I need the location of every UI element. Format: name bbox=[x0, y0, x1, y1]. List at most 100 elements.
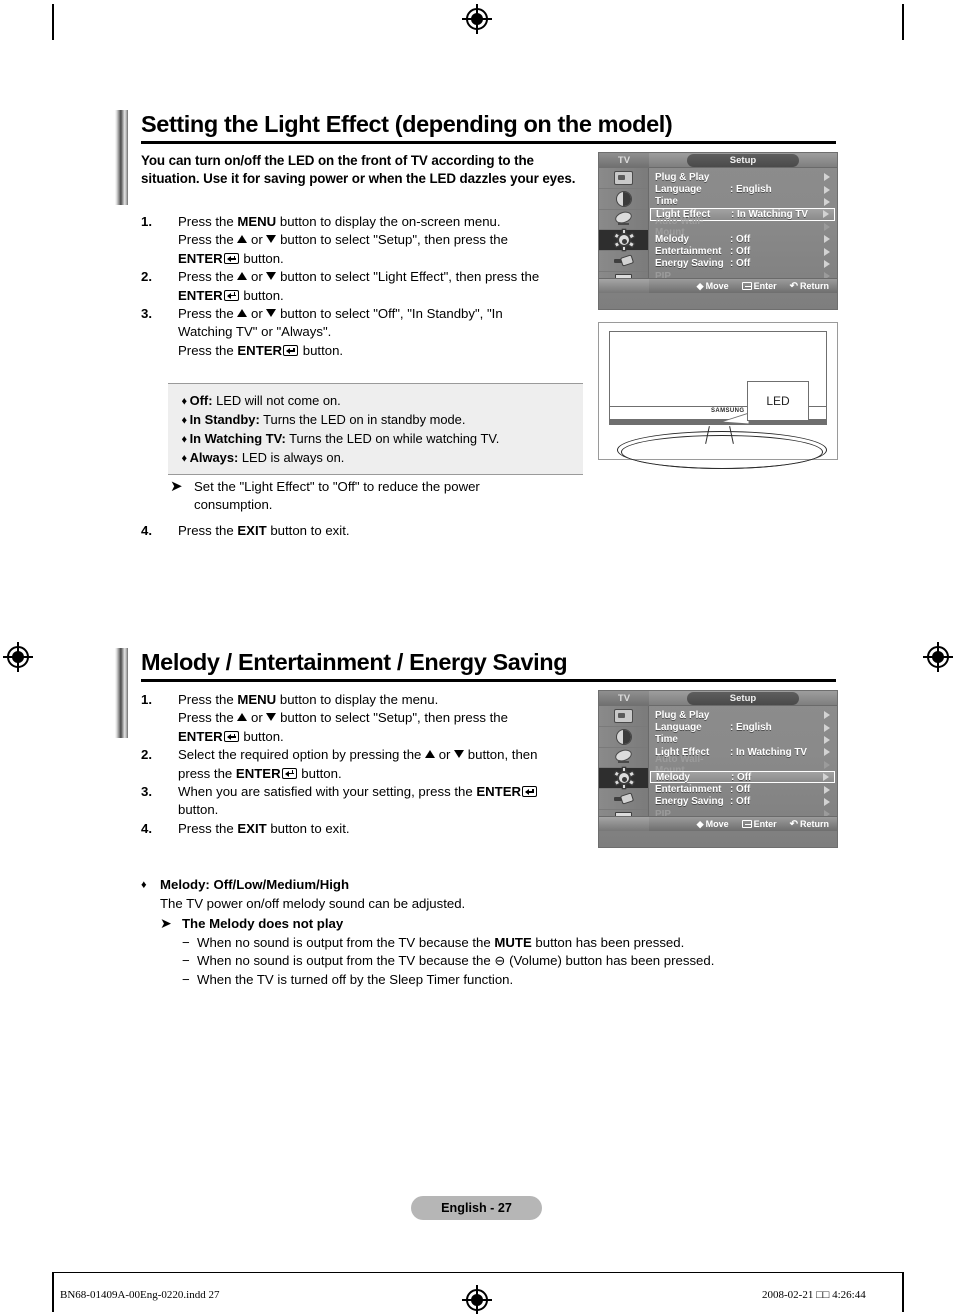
melody-note-text: When the TV is turned off by the Sleep T… bbox=[197, 971, 514, 987]
osd-menu-item[interactable]: Time bbox=[650, 196, 835, 208]
osd-enter-label: Enter bbox=[753, 819, 777, 829]
osd-menu-item[interactable]: Melody: Off bbox=[650, 770, 835, 784]
step-number: 4. bbox=[141, 523, 152, 538]
chevron-right-icon bbox=[824, 760, 830, 769]
section1-heading-text: Setting the Light Effect (depending on t… bbox=[141, 111, 673, 137]
down-arrow-icon bbox=[266, 272, 277, 281]
picture-icon[interactable] bbox=[599, 168, 648, 189]
osd-item-value: : Off bbox=[730, 796, 751, 808]
down-arrow-icon bbox=[266, 713, 277, 722]
osd-tv-label: TV bbox=[599, 691, 649, 706]
sound-icon[interactable] bbox=[599, 189, 648, 210]
section1-accent-bar bbox=[115, 110, 128, 205]
osd-menu-melody[interactable]: TV Setup P Plug & PlayLanguage: English T… bbox=[598, 690, 838, 848]
sound-icon[interactable] bbox=[599, 727, 648, 748]
osd-item-list: Plug & Play Language: English Time Light Ef… bbox=[650, 171, 835, 283]
osd-menu-item[interactable]: Language: English bbox=[650, 183, 835, 195]
osd-menu-item[interactable]: Auto Wall-Mount bbox=[650, 216, 835, 238]
enter-key-icon bbox=[223, 730, 239, 742]
osd-menu-item[interactable]: Language: English bbox=[650, 721, 835, 733]
osd-menu-item[interactable]: Auto Wall-Mount bbox=[650, 754, 835, 776]
diamond-bullet-icon: ♦ bbox=[181, 413, 188, 426]
osd-item-label: Melody bbox=[655, 233, 690, 245]
osd-menu-light-effect[interactable]: TV Setup P Plug & PlayLanguage: English T… bbox=[598, 152, 838, 310]
option-desc: Turns the LED on in standby mode. bbox=[263, 412, 466, 427]
osd-item-label: Plug & Play bbox=[655, 709, 710, 721]
osd-sidebar: P bbox=[599, 168, 649, 293]
diamond-bullet-icon: ♦ bbox=[181, 451, 188, 464]
enter-key-icon bbox=[741, 282, 752, 290]
osd-return-hint: ↶ Return bbox=[790, 819, 829, 830]
osd-menu-item[interactable]: Energy Saving : Off bbox=[650, 796, 835, 808]
channel-dish-icon[interactable] bbox=[599, 210, 648, 231]
enter-key-icon bbox=[522, 786, 538, 798]
instruction-step: 3. Press the or button to select "Off", "… bbox=[141, 305, 591, 360]
led-callout-pointer bbox=[720, 413, 749, 425]
instruction-step: 1. Press the MENU button to display the o… bbox=[141, 213, 591, 268]
crop-mark-top-left-v bbox=[52, 4, 54, 40]
option-term: Off: bbox=[189, 393, 213, 408]
step-text: Press the EXIT button to exit. bbox=[178, 522, 571, 540]
osd-menu-item[interactable]: Entertainment : Off bbox=[650, 245, 835, 257]
osd-item-label: Energy Saving bbox=[655, 796, 724, 808]
melody-note-text: When no sound is output from the TV beca… bbox=[197, 953, 715, 969]
osd-move-hint: ◆ Move bbox=[697, 819, 729, 830]
chevron-right-icon bbox=[824, 259, 830, 268]
option-term: In Standby: bbox=[189, 412, 260, 427]
diamond-bullet-icon: ♦ bbox=[181, 394, 188, 407]
section1-heading: Setting the Light Effect (depending on t… bbox=[141, 112, 836, 144]
osd-item-label: Entertainment bbox=[655, 246, 722, 258]
enter-key-icon bbox=[741, 820, 752, 828]
osd-footer: ◆ Move Enter ↶ Return bbox=[649, 278, 837, 293]
section1-steps: 1. Press the MENU button to display the o… bbox=[141, 213, 591, 360]
section1-step-4: 4. Press the EXIT button to exit. bbox=[141, 522, 571, 540]
step-text: When you are satisfied with your setting… bbox=[178, 783, 591, 820]
picture-icon[interactable] bbox=[599, 706, 648, 727]
print-filename: BN68-01409A-00Eng-0220.indd 27 bbox=[60, 1289, 220, 1301]
osd-menu-item[interactable]: Plug & Play bbox=[650, 709, 835, 721]
section2-heading-text: Melody / Entertainment / Energy Saving bbox=[141, 649, 568, 675]
osd-tv-label: TV bbox=[599, 153, 649, 168]
osd-title: Setup bbox=[687, 692, 799, 705]
osd-enter-hint: Enter bbox=[741, 819, 777, 829]
input-plug-icon[interactable] bbox=[599, 251, 648, 272]
note-arrow-icon: ➤ bbox=[160, 916, 172, 933]
instruction-step: 1. Press the MENU button to display the m… bbox=[141, 691, 591, 746]
down-arrow-icon bbox=[266, 309, 277, 318]
tv-stand-base-inner bbox=[621, 435, 823, 469]
step-number: 3. bbox=[141, 306, 152, 322]
registration-mark-right bbox=[923, 642, 953, 672]
osd-menu-item[interactable]: Entertainment: Off bbox=[650, 783, 835, 795]
osd-menu-item[interactable]: Energy Saving: Off bbox=[650, 258, 835, 270]
step-number: 2. bbox=[141, 747, 152, 763]
chevron-right-icon bbox=[823, 773, 829, 782]
setup-gear-icon[interactable] bbox=[599, 768, 648, 790]
osd-item-value: : In Watching TV bbox=[730, 746, 807, 758]
step-text: Press the EXIT button to exit. bbox=[178, 820, 350, 836]
osd-sidebar: P bbox=[599, 706, 649, 831]
osd-menu-item[interactable]: Plug & Play bbox=[650, 171, 835, 183]
chevron-right-icon bbox=[824, 797, 830, 806]
osd-menu-item[interactable]: Melody: Off bbox=[650, 233, 835, 245]
down-arrow-icon bbox=[454, 750, 465, 759]
enter-key-icon bbox=[283, 344, 299, 356]
setup-gear-icon[interactable] bbox=[599, 230, 648, 252]
osd-return-label: Return bbox=[800, 819, 829, 829]
osd-enter-hint: Enter bbox=[741, 281, 777, 291]
return-arrow-icon: ↶ bbox=[789, 280, 798, 292]
osd-item-label: Time bbox=[655, 196, 678, 208]
section1-power-note-text: Set the "Light Effect" to "Off" to reduc… bbox=[194, 479, 480, 513]
instruction-step: 2. Select the required option by pressing… bbox=[141, 746, 591, 783]
exit-button-label: EXIT bbox=[237, 523, 267, 538]
osd-menu-item[interactable]: Time bbox=[650, 734, 835, 746]
chevron-right-icon bbox=[824, 247, 830, 256]
osd-item-value: : Off bbox=[730, 246, 751, 258]
channel-dish-icon[interactable] bbox=[599, 748, 648, 769]
section1-power-note: ➤ Set the "Light Effect" to "Off" to red… bbox=[170, 478, 550, 515]
melody-notes: ♦ Melody: Off/Low/Medium/High The TV pow… bbox=[141, 876, 831, 990]
input-plug-icon[interactable] bbox=[599, 789, 648, 810]
melody-note-item: − When no sound is output from the TV bec… bbox=[182, 934, 831, 953]
chevron-right-icon bbox=[824, 785, 830, 794]
tv-led-diagram: SAMSUNG LED bbox=[598, 322, 838, 469]
step-number: 2. bbox=[141, 269, 152, 285]
